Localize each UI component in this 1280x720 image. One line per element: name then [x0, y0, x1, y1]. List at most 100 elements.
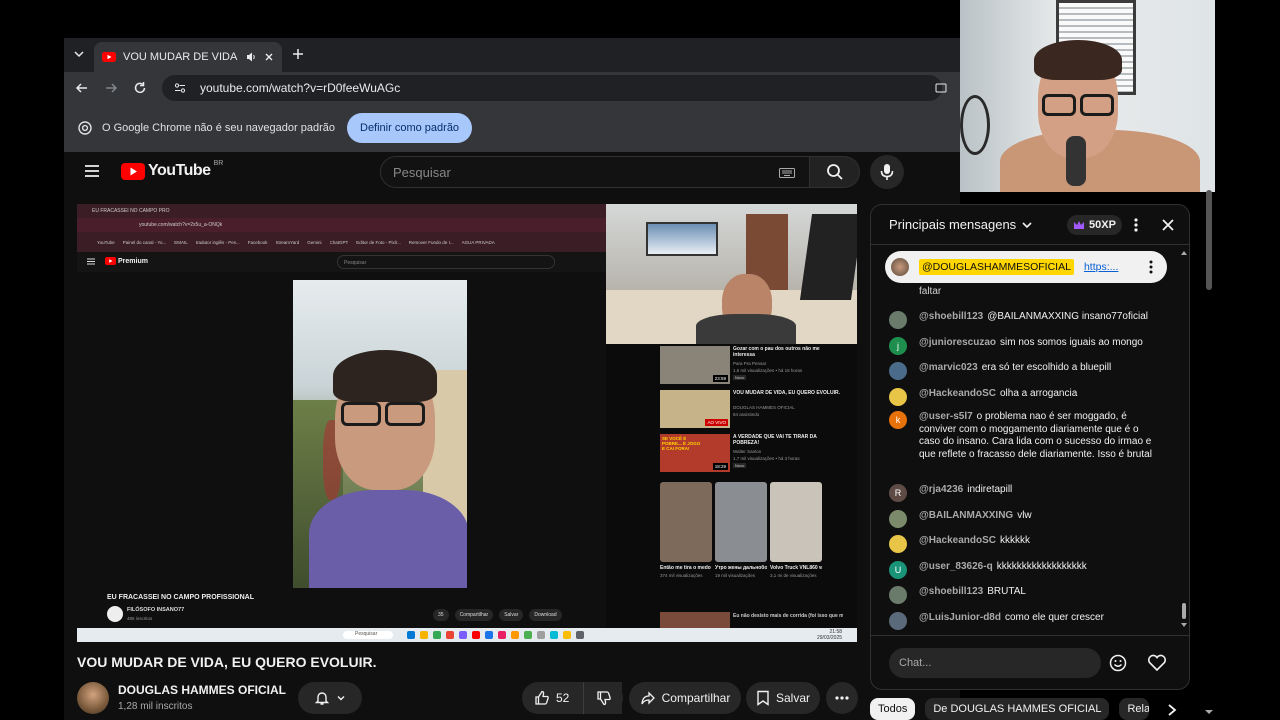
inner-bookmark: Facebook	[247, 239, 268, 245]
emoji-icon[interactable]	[1109, 654, 1127, 672]
inner-search: Pesquisar	[337, 255, 555, 269]
inner-duration: AO VIVO	[705, 419, 728, 426]
site-info-icon[interactable]	[174, 82, 186, 94]
glasses-right	[385, 402, 425, 426]
tab-title: VOU MUDAR DE VIDA, EU (	[123, 51, 238, 63]
chat-message[interactable]: @marvic023 era só ter escolhido a bluepil…	[889, 362, 1161, 380]
forward-icon[interactable]	[104, 81, 118, 95]
tab-active[interactable]: VOU MUDAR DE VIDA, EU (	[94, 42, 282, 72]
set-default-button[interactable]: Definir como padrão	[347, 113, 473, 143]
inner-rec-badge: Novo	[733, 375, 747, 380]
pinned-author[interactable]: @DOUGLASHAMMESOFICIAL	[919, 259, 1074, 275]
youtube-play-icon	[121, 162, 145, 180]
chat-author[interactable]: @LuisJunior-d8d	[919, 612, 1001, 623]
chat-author[interactable]: @BAILANMAXXING	[919, 510, 1013, 521]
chat-message[interactable]: U @user_83626-q kkkkkkkkkkkkkkkkkk	[889, 561, 1161, 579]
chat-author[interactable]: @user-s5l7	[919, 411, 973, 422]
new-tab-icon[interactable]	[291, 47, 305, 61]
chat-message[interactable]: @shoebill123 BRUTAL	[889, 586, 1161, 604]
pinned-more-icon[interactable]	[1149, 260, 1153, 274]
inner-bookmark: AGUA PRIVADA	[461, 239, 495, 245]
chat-mode-dropdown[interactable]: Principais mensagens	[889, 217, 1016, 232]
chat-avatar[interactable]: j	[889, 337, 907, 355]
heart-icon[interactable]	[1147, 654, 1167, 672]
share-button[interactable]: Compartilhar	[629, 682, 741, 714]
search-button[interactable]	[810, 156, 860, 188]
chevron-down-icon[interactable]	[1021, 219, 1033, 231]
pinned-link[interactable]: https:...	[1084, 261, 1118, 273]
video-player[interactable]: EU FRACASSEI NO CAMPO PRO youtube.com/wa…	[77, 204, 857, 642]
pinned-message[interactable]: @DOUGLASHAMMESOFICIAL https:...	[885, 251, 1167, 283]
chat-author[interactable]: @juniorescuzao	[919, 337, 996, 348]
chat-message-body: @user_83626-q kkkkkkkkkkkkkkkkkk	[919, 561, 1087, 579]
inner-tabbar: EU FRACASSEI NO CAMPO PRO	[77, 204, 606, 218]
youtube-logo[interactable]: YouTube BR	[121, 160, 223, 180]
chat-message[interactable]: @shoebill123 @BAILANMAXXING insano77ofici…	[889, 311, 1161, 329]
search-input[interactable]: Pesquisar	[380, 156, 810, 188]
chat-avatar[interactable]	[889, 388, 907, 406]
chat-author[interactable]: @HackeandoSC	[919, 388, 996, 399]
chat-author[interactable]: @user_83626-q	[919, 561, 993, 572]
chat-avatar[interactable]: U	[889, 561, 907, 579]
chat-avatar[interactable]	[889, 311, 907, 329]
filter-chip[interactable]: Todos	[870, 698, 916, 720]
chat-header: Principais mensagens 50XP	[871, 205, 1189, 245]
inner-short-views: 3,1 mi de visualizações	[770, 573, 817, 578]
close-tab-icon[interactable]	[264, 52, 274, 62]
inner-rec-meta: 84 assistindo	[733, 412, 760, 417]
close-chat-icon[interactable]	[1161, 218, 1175, 232]
taskbar-app-icon	[511, 631, 519, 639]
inner-tab-title: EU FRACASSEI NO CAMPO PRO	[92, 208, 170, 214]
back-icon[interactable]	[75, 81, 89, 95]
chat-input[interactable]: Chat...	[889, 648, 1101, 678]
audio-playing-icon[interactable]	[245, 51, 257, 63]
more-actions-button[interactable]	[826, 682, 858, 714]
chat-author[interactable]: @rja4236	[919, 484, 963, 495]
tab-search-icon[interactable]	[72, 47, 86, 61]
page-scrollbar-thumb[interactable]	[1206, 190, 1212, 290]
chat-author[interactable]: @shoebill123	[919, 311, 983, 322]
inner-url: youtube.com/watch?v=2x5u_a-ONQk	[139, 222, 223, 228]
chat-avatar[interactable]	[889, 362, 907, 380]
chat-message[interactable]: @LuisJunior-d8d como ele quer crescer	[889, 612, 1161, 630]
reload-icon[interactable]	[133, 81, 147, 95]
filter-chip[interactable]: De DOUGLAS HAMMES OFICIAL	[925, 698, 1110, 720]
channel-avatar[interactable]	[77, 682, 109, 714]
notification-button[interactable]	[298, 682, 362, 714]
chat-message[interactable]: @HackeandoSC olha a arrogancia	[889, 388, 1161, 406]
channel-name[interactable]: DOUGLAS HAMMES OFICIAL	[118, 683, 286, 697]
save-button[interactable]: Salvar	[746, 682, 820, 714]
xp-badge[interactable]: 50XP	[1067, 215, 1122, 235]
cast-icon[interactable]	[934, 81, 948, 95]
inner-taskbar: Pesquisar 21:58 29/03/2025	[77, 628, 857, 642]
keyboard-icon[interactable]	[779, 168, 795, 178]
address-bar[interactable]: youtube.com/watch?v=rD0feeWuAGc	[162, 75, 942, 101]
chat-avatar[interactable]	[889, 612, 907, 630]
monitor	[799, 214, 857, 300]
chat-author[interactable]: @HackeandoSC	[919, 535, 996, 546]
taskbar-app-icon	[485, 631, 493, 639]
chat-avatar[interactable]: k	[889, 411, 907, 429]
dislike-button[interactable]	[583, 682, 623, 714]
hamburger-menu-icon[interactable]	[84, 164, 100, 178]
chat-message[interactable]: R @rja4236 indiretapill	[889, 484, 1161, 502]
chat-avatar[interactable]	[889, 535, 907, 553]
inner-thumbnail: 18:29 SE VOCÊ É POBRE... É JOGO E CAI FOR…	[660, 434, 730, 472]
chat-author[interactable]: @shoebill123	[919, 586, 983, 597]
page-scroll-down-icon[interactable]	[1203, 708, 1215, 716]
inner-recommendation-item: 23:59 Gozar com o pau dos outros não me i…	[660, 346, 850, 386]
chat-avatar[interactable]: R	[889, 484, 907, 502]
chat-scrollbar[interactable]	[1181, 249, 1187, 629]
chat-message[interactable]: @HackeandoSC kkkkkk	[889, 535, 1161, 553]
chat-message[interactable]: j @juniorescuzao sim nos somos iguais ao m…	[889, 337, 1161, 355]
chat-author[interactable]: @marvic023	[919, 362, 978, 373]
youtube-page: YouTube BR Pesquisar EU FRACASSEI NO CAM…	[64, 152, 960, 720]
voice-search-button[interactable]	[870, 155, 904, 189]
chips-next-icon[interactable]	[1166, 703, 1178, 717]
chat-avatar[interactable]	[889, 510, 907, 528]
chat-message[interactable]: @BAILANMAXXING vlw	[889, 510, 1161, 528]
filter-chip[interactable]: Rela	[1119, 698, 1150, 720]
chat-message[interactable]: k @user-s5l7 o problema nao é ser moggado,…	[889, 411, 1161, 461]
more-vertical-icon[interactable]	[1134, 218, 1138, 232]
chat-avatar[interactable]	[889, 586, 907, 604]
